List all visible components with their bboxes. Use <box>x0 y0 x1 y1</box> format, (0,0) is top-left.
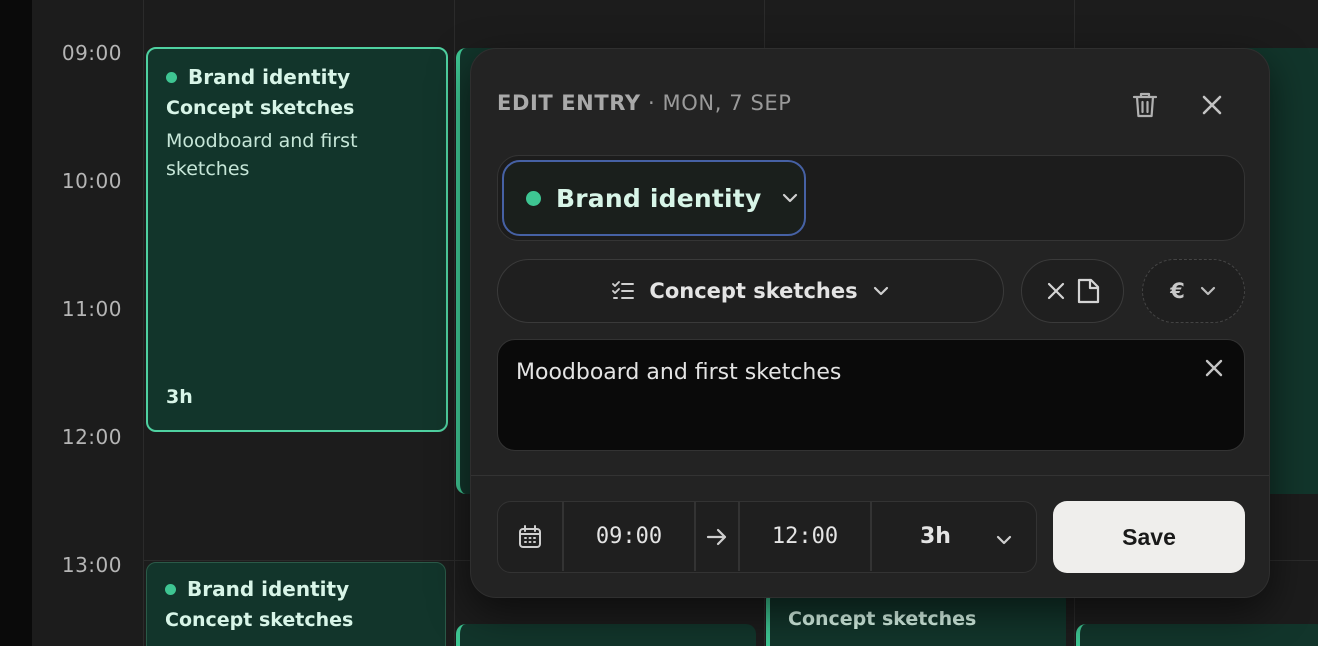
hour-label: 09:00 <box>61 41 122 65</box>
close-icon <box>1205 359 1223 377</box>
attachment-toggle[interactable] <box>1021 259 1124 323</box>
event-title-row: Brand identity <box>166 65 428 89</box>
event-project: Brand identity <box>188 65 351 89</box>
notes-text: Moodboard and first sketches <box>516 360 842 385</box>
calendar-event[interactable] <box>1076 624 1318 646</box>
edit-entry-modal: EDIT ENTRY · MON, 7 SEP Brand identity C… <box>470 48 1270 598</box>
save-button[interactable]: Save <box>1053 501 1245 573</box>
chevron-down-icon <box>1200 286 1215 296</box>
calendar-icon <box>519 524 541 548</box>
modal-header: EDIT ENTRY · MON, 7 SEP <box>497 91 792 115</box>
no-file-icon <box>1047 278 1099 304</box>
end-time: 12:00 <box>771 524 839 549</box>
day-column-divider <box>454 0 455 646</box>
modal-title: EDIT ENTRY <box>497 91 641 115</box>
project-dot-icon <box>166 71 177 83</box>
task-select-label: Concept sketches <box>649 279 858 303</box>
event-project: Brand identity <box>187 577 350 601</box>
delete-button[interactable] <box>1125 85 1165 125</box>
calendar-event[interactable] <box>456 624 756 646</box>
calendar-event[interactable]: Brand identity Concept sketches <box>146 562 446 646</box>
chevron-down-icon <box>873 286 888 296</box>
calendar-event-selected[interactable]: Brand identity Concept sketches Moodboar… <box>146 47 448 432</box>
project-dot-icon <box>165 583 176 595</box>
hour-label: 12:00 <box>61 425 122 449</box>
modal-date: MON, 7 SEP <box>662 91 792 115</box>
checklist-icon <box>612 281 635 299</box>
event-task: Concept sketches <box>165 609 354 631</box>
chevron-down-icon <box>996 535 1012 544</box>
start-time-input[interactable]: 09:00 <box>564 502 694 571</box>
left-edge <box>0 0 32 646</box>
arrow <box>696 502 738 571</box>
project-select-label: Brand identity <box>556 183 762 213</box>
hour-label: 11:00 <box>61 297 122 321</box>
header-separator: · <box>640 91 663 115</box>
end-time-input[interactable]: 12:00 <box>740 502 870 571</box>
notes-input[interactable]: Moodboard and first sketches <box>497 339 1245 451</box>
hour-label: 13:00 <box>61 553 122 577</box>
close-button[interactable] <box>1192 85 1232 125</box>
event-task: Concept sketches <box>166 97 355 119</box>
calendar-event[interactable]: Concept sketches <box>766 590 1066 646</box>
duration-value: 3h <box>920 524 951 549</box>
billable-select[interactable]: € <box>1142 259 1245 323</box>
task-select[interactable]: Concept sketches <box>497 259 1004 323</box>
time-range-bar: 09:00 12:00 3h <box>497 501 1037 573</box>
arrow-right-icon <box>706 528 727 545</box>
project-dot-icon <box>526 190 541 206</box>
event-task: Concept sketches <box>788 608 977 630</box>
project-row: Brand identity <box>497 155 1245 241</box>
event-title-row: Brand identity <box>165 577 427 601</box>
project-select[interactable]: Brand identity <box>502 160 806 236</box>
duration-select[interactable]: 3h <box>872 502 1036 571</box>
footer-divider <box>471 475 1269 476</box>
trash-icon <box>1132 92 1158 118</box>
date-picker-button[interactable] <box>498 502 562 571</box>
day-column-divider <box>143 0 144 646</box>
start-time: 09:00 <box>595 524 663 549</box>
hour-label: 10:00 <box>61 169 122 193</box>
chevron-down-icon <box>783 193 798 203</box>
currency-icon: € <box>1170 279 1185 303</box>
event-note: Moodboard and first sketches <box>166 130 358 180</box>
clear-notes-button[interactable] <box>1196 350 1232 386</box>
close-icon <box>1202 95 1222 115</box>
event-duration: 3h <box>166 386 193 408</box>
